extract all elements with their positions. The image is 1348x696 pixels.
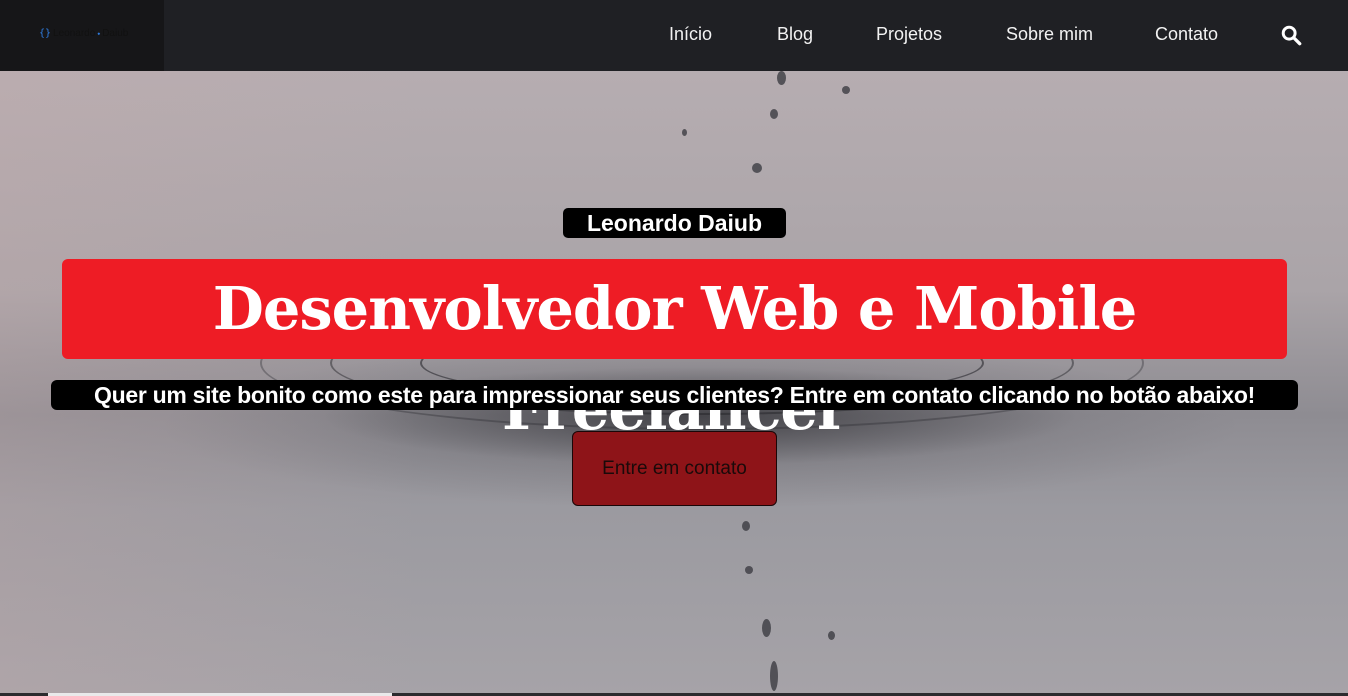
- nav-item-projetos[interactable]: Projetos: [876, 24, 942, 45]
- site-logo[interactable]: {} Leonardo ⬩ Daiub: [39, 28, 128, 39]
- water-drop: [752, 163, 762, 173]
- water-drop: [777, 71, 786, 85]
- water-drop: [745, 566, 753, 574]
- water-drop: [828, 631, 835, 640]
- logo-text-first: Leonardo: [53, 28, 96, 39]
- water-drop: [762, 619, 771, 637]
- water-drop: [770, 661, 778, 691]
- nav-item-inicio[interactable]: Início: [669, 24, 712, 45]
- water-drop: [682, 129, 687, 136]
- nav-item-contato[interactable]: Contato: [1155, 24, 1218, 45]
- contact-button[interactable]: Entre em contato: [572, 431, 777, 506]
- hero-subline: Quer um site bonito como este para impre…: [51, 380, 1298, 410]
- search-icon[interactable]: [1280, 24, 1302, 46]
- code-braces-icon: {}: [39, 28, 52, 39]
- hero-name-badge: Leonardo Daiub: [563, 208, 786, 238]
- logo-area[interactable]: {} Leonardo ⬩ Daiub: [0, 0, 164, 71]
- nav-item-sobre-mim[interactable]: Sobre mim: [1006, 24, 1093, 45]
- site-header: {} Leonardo ⬩ Daiub Início Blog Projetos…: [0, 0, 1348, 71]
- water-drop: [842, 86, 850, 94]
- water-drop: [742, 521, 750, 531]
- nav-item-blog[interactable]: Blog: [777, 24, 813, 45]
- hero-headline: Desenvolvedor Web e Mobile Freelancer: [62, 259, 1287, 443]
- page: {} Leonardo ⬩ Daiub Início Blog Projetos…: [0, 0, 1348, 696]
- water-drop: [770, 109, 778, 119]
- logo-text-last: Daiub: [102, 28, 129, 39]
- logo-mark-icon: ⬩: [97, 28, 101, 38]
